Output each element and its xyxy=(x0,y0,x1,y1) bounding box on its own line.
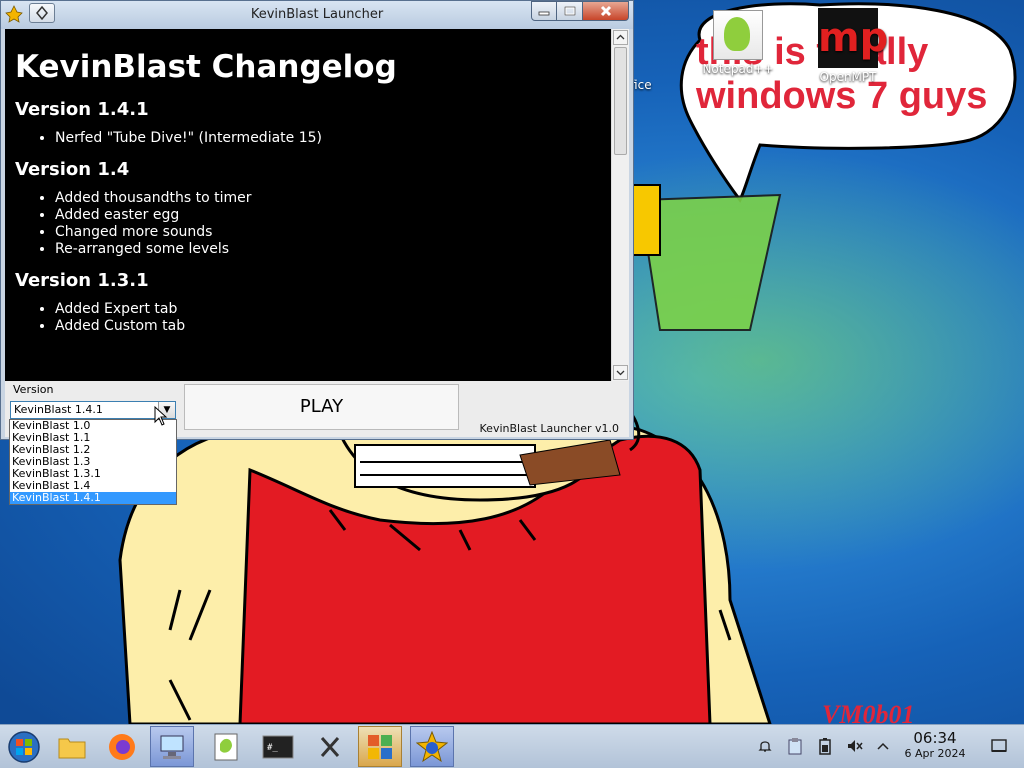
network-computer-icon xyxy=(160,735,184,759)
version-heading: Version 1.4 xyxy=(15,159,130,180)
version-dropdown-value: KevinBlast 1.4.1 xyxy=(14,403,103,416)
clock-time: 06:34 xyxy=(913,729,957,747)
changelog-heading: KevinBlast Changelog xyxy=(15,49,397,85)
taskbar-office-suite[interactable] xyxy=(358,726,402,767)
clock-date: 6 Apr 2024 xyxy=(904,747,966,760)
openmpt-icon: mp xyxy=(818,8,888,68)
changelog-panel[interactable]: KevinBlast Changelog Version 1.4.1 Nerfe… xyxy=(5,29,611,381)
notepadpp-icon xyxy=(713,10,763,60)
signature: VM0b01 xyxy=(822,700,915,724)
maximize-button[interactable] xyxy=(557,1,583,21)
minimize-button[interactable] xyxy=(531,1,557,21)
battery-icon[interactable] xyxy=(816,737,834,755)
change-list: Added Expert tab Added Custom tab xyxy=(15,301,601,335)
folder-icon xyxy=(58,738,86,758)
volume-muted-icon[interactable] xyxy=(846,737,864,755)
version-dropdown-list[interactable]: KevinBlast 1.0 KevinBlast 1.1 KevinBlast… xyxy=(9,419,177,505)
change-item: Added thousandths to timer xyxy=(55,190,601,207)
version-label: Version xyxy=(13,383,54,396)
change-item: Changed more sounds xyxy=(55,224,601,241)
window-controls xyxy=(531,1,629,21)
kevinblast-icon xyxy=(416,730,448,762)
taskbar-firefox[interactable] xyxy=(100,726,144,767)
maximize-icon xyxy=(564,6,575,16)
firefox-icon xyxy=(109,733,135,760)
title-bar[interactable]: KevinBlast Launcher xyxy=(1,1,633,29)
desktop-icon-notepadpp[interactable]: Notepad++ xyxy=(698,10,778,76)
change-item: Re-arranged some levels xyxy=(55,241,601,258)
desktop-icon-label: OpenMPT xyxy=(819,70,877,84)
change-item: Added Expert tab xyxy=(55,301,601,318)
taskbar-notepadpp[interactable] xyxy=(204,726,248,767)
version-dropdown[interactable]: KevinBlast 1.4.1 ▼ xyxy=(10,401,176,419)
chevron-down-icon xyxy=(616,370,625,376)
launcher-window: KevinBlast Launcher KevinBlast Changelog… xyxy=(0,0,634,440)
mouse-cursor-icon xyxy=(154,406,168,426)
taskbar-kevinblast[interactable] xyxy=(410,726,454,767)
chevron-up-icon[interactable] xyxy=(874,737,892,755)
version-option-selected[interactable]: KevinBlast 1.4.1 xyxy=(10,492,176,504)
play-button[interactable]: PLAY xyxy=(184,384,459,430)
minimize-icon xyxy=(538,11,550,16)
change-item: Added Custom tab xyxy=(55,318,601,335)
version-heading: Version 1.4.1 xyxy=(15,99,149,120)
change-list: Added thousandths to timer Added easter … xyxy=(15,190,601,258)
change-item: Nerfed "Tube Dive!" (Intermediate 15) xyxy=(55,130,601,147)
taskbar: #_ 06:34 6 Apr 2024 xyxy=(0,724,1024,768)
svg-text:#_: #_ xyxy=(267,743,278,753)
version-heading: Version 1.3.1 xyxy=(15,270,149,291)
window-content: KevinBlast Changelog Version 1.4.1 Nerfe… xyxy=(5,29,629,437)
taskbar-file-explorer[interactable] xyxy=(50,726,94,767)
scroll-thumb[interactable] xyxy=(614,47,627,155)
taskbar-network-computer[interactable] xyxy=(150,726,194,767)
notification-bell-icon[interactable] xyxy=(756,737,774,755)
close-button[interactable] xyxy=(583,1,629,21)
xfce-icon xyxy=(320,736,340,757)
show-desktop-icon[interactable] xyxy=(990,737,1008,755)
change-item: Added easter egg xyxy=(55,207,601,224)
close-icon xyxy=(600,5,611,17)
scroll-up-button[interactable] xyxy=(613,30,628,45)
clipboard-icon[interactable] xyxy=(786,737,804,755)
terminal-icon: #_ xyxy=(262,735,294,758)
scroll-down-button[interactable] xyxy=(613,365,628,380)
clock[interactable]: 06:34 6 Apr 2024 xyxy=(900,729,970,761)
desktop-icon-label: Notepad++ xyxy=(702,62,774,76)
desktop-icon-openmpt[interactable]: mp OpenMPT xyxy=(808,8,888,84)
launcher-version-text: KevinBlast Launcher v1.0 xyxy=(479,422,619,435)
taskbar-xfce[interactable] xyxy=(308,726,352,767)
office-suite-icon xyxy=(368,734,392,759)
start-button[interactable] xyxy=(2,726,46,767)
notepadpp-icon xyxy=(214,733,238,760)
taskbar-terminal[interactable]: #_ xyxy=(256,726,300,767)
change-list: Nerfed "Tube Dive!" (Intermediate 15) xyxy=(15,130,601,147)
chevron-up-icon xyxy=(616,34,625,40)
changelog-scrollbar[interactable] xyxy=(611,29,629,381)
start-orb-icon xyxy=(8,730,40,763)
